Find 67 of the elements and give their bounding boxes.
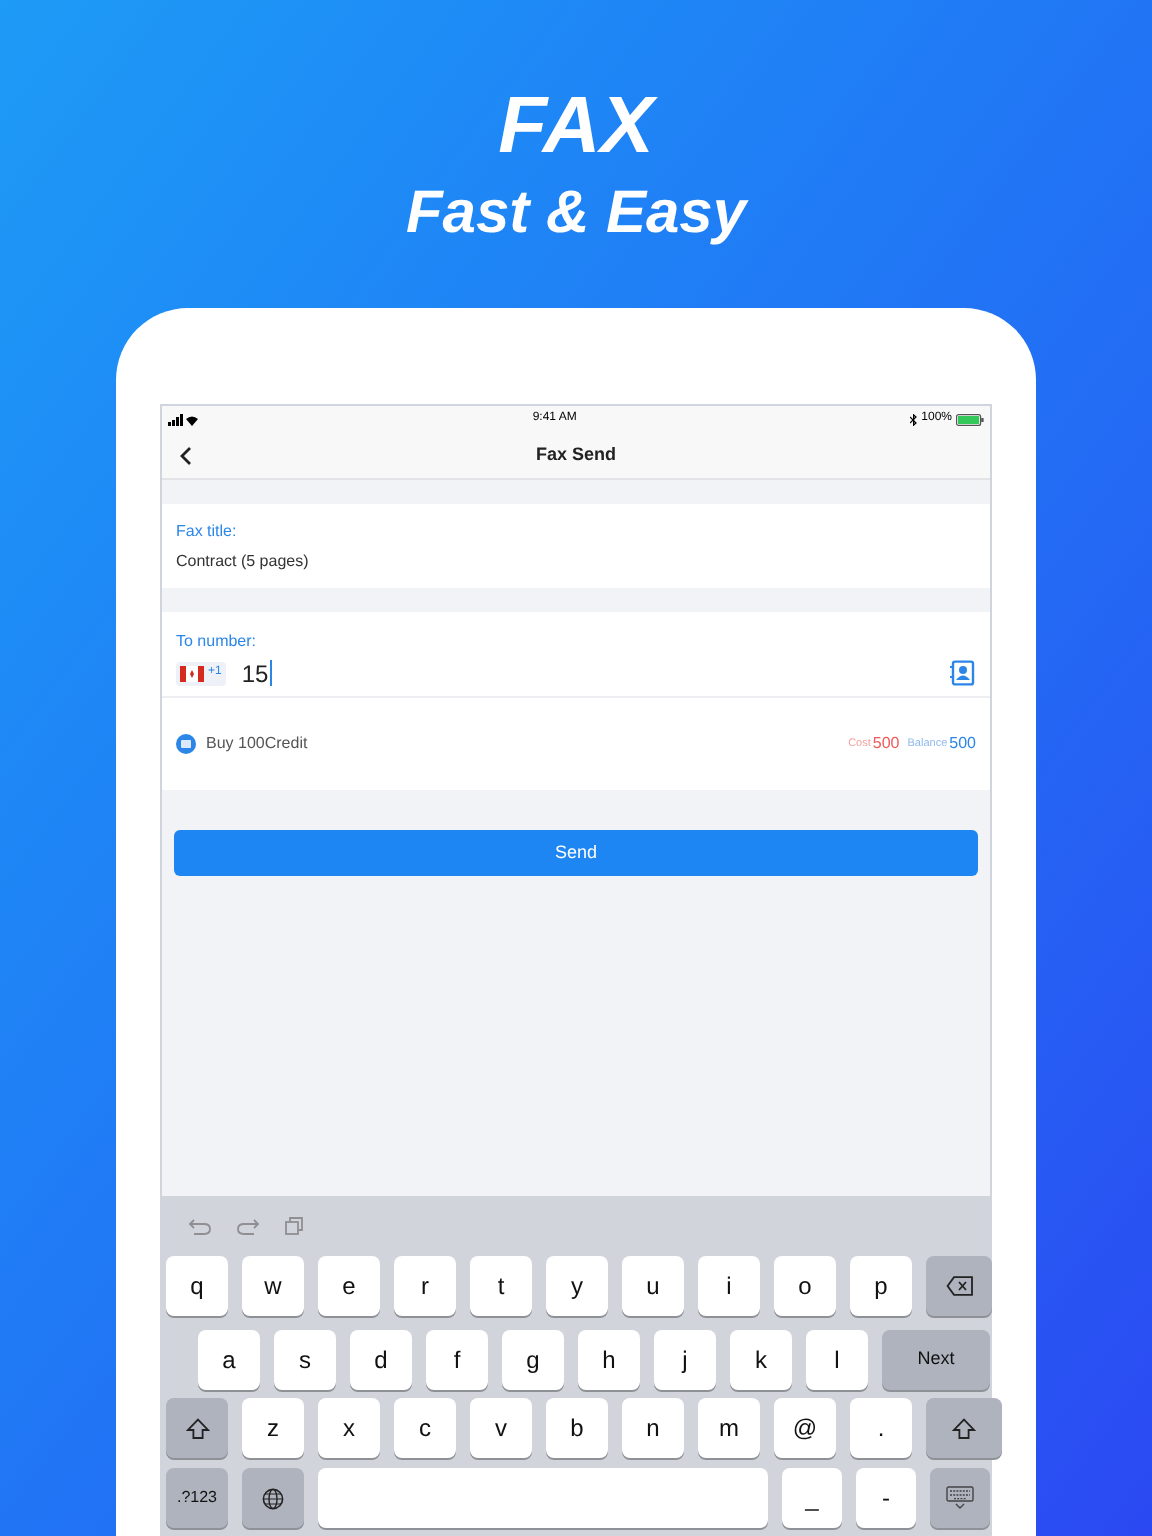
field-label: Fax title:: [176, 522, 239, 540]
key[interactable]: h: [578, 1330, 640, 1390]
key[interactable]: j: [654, 1330, 716, 1390]
key[interactable]: g: [502, 1330, 564, 1390]
key[interactable]: r: [394, 1256, 456, 1316]
key[interactable]: m: [698, 1398, 760, 1458]
signal-wifi-icon: [168, 413, 200, 425]
number-input[interactable]: 15: [241, 657, 948, 689]
back-chevron-icon: [180, 445, 192, 465]
key[interactable]: u: [622, 1256, 684, 1316]
keyboard-dismiss-icon: [946, 1486, 974, 1510]
backspace-icon: [945, 1276, 973, 1296]
cost-value: 500: [872, 732, 900, 756]
copy-button[interactable]: [284, 1216, 304, 1236]
key[interactable]: a: [198, 1330, 260, 1390]
key[interactable]: .: [850, 1398, 912, 1458]
key[interactable]: n: [622, 1398, 684, 1458]
coin-icon: [176, 734, 196, 754]
key[interactable]: f: [426, 1330, 488, 1390]
send-button[interactable]: Send: [174, 830, 978, 877]
undo-button[interactable]: [188, 1217, 212, 1235]
key[interactable]: z: [242, 1398, 304, 1458]
headline: FAX: [498, 80, 654, 172]
key[interactable]: t: [470, 1256, 532, 1316]
globe-key[interactable]: [242, 1468, 304, 1528]
key[interactable]: s: [274, 1330, 336, 1390]
key[interactable]: -: [856, 1468, 916, 1528]
bluetooth-icon: [909, 413, 918, 425]
key[interactable]: x: [318, 1398, 380, 1458]
contacts-button[interactable]: [948, 659, 976, 687]
key[interactable]: o: [774, 1256, 836, 1316]
key[interactable]: @: [774, 1398, 836, 1458]
key[interactable]: e: [318, 1256, 380, 1316]
balance-value: 500: [949, 732, 976, 756]
redo-button[interactable]: [236, 1217, 260, 1235]
key[interactable]: i: [698, 1256, 760, 1316]
shift-key[interactable]: [926, 1398, 1002, 1458]
copy-icon: [284, 1216, 304, 1236]
shift-icon: [952, 1417, 976, 1439]
globe-icon: [262, 1487, 284, 1509]
key[interactable]: _: [782, 1468, 842, 1528]
key[interactable]: y: [546, 1256, 608, 1316]
key[interactable]: b: [546, 1398, 608, 1458]
key[interactable]: k: [730, 1330, 792, 1390]
key[interactable]: p: [850, 1256, 912, 1316]
backspace-key[interactable]: [926, 1256, 992, 1316]
shift-key[interactable]: [166, 1398, 228, 1458]
key[interactable]: .?123: [166, 1468, 228, 1528]
key[interactable]: c: [394, 1398, 456, 1458]
key[interactable]: Next: [882, 1330, 990, 1390]
contacts-icon: [949, 660, 975, 686]
key[interactable]: w: [242, 1256, 304, 1316]
redo-icon: [236, 1217, 260, 1235]
subheadline: Fast & Easy: [405, 180, 747, 248]
credit-label: Buy 100Credit: [206, 732, 310, 756]
field-label: To number:: [176, 632, 257, 650]
key[interactable]: d: [350, 1330, 412, 1390]
undo-icon: [188, 1217, 212, 1235]
shift-icon: [185, 1417, 209, 1439]
key[interactable]: q: [166, 1256, 228, 1316]
keyboard-dismiss-key[interactable]: [930, 1468, 990, 1528]
battery-icon: [956, 413, 984, 425]
nav-title: Fax Send: [535, 441, 616, 468]
key[interactable]: v: [470, 1398, 532, 1458]
fax-title-value: Contract (5 pages): [176, 552, 311, 570]
key[interactable]: l: [806, 1330, 868, 1390]
flag-icon: [180, 665, 204, 681]
